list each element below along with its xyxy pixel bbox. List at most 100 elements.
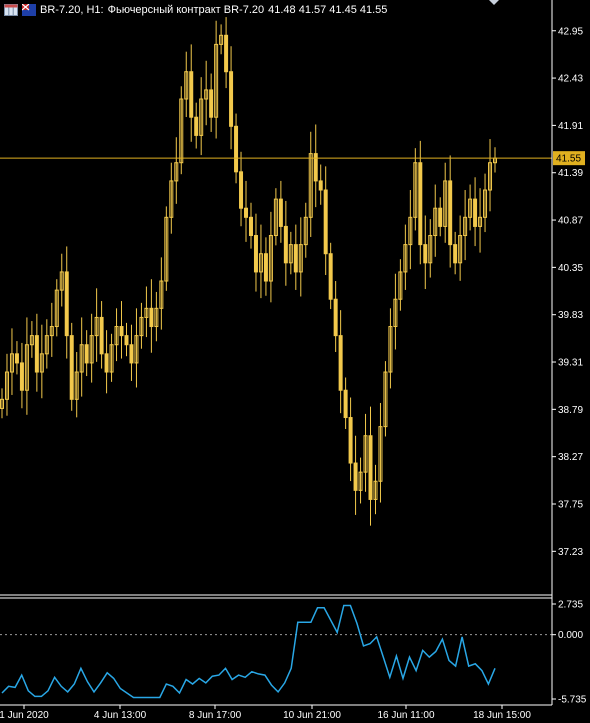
candle (343, 377, 348, 430)
candle (273, 188, 278, 246)
candle (34, 313, 39, 392)
candle (478, 188, 483, 253)
candle (234, 113, 239, 184)
candle (423, 215, 428, 290)
x-tick-label: 10 Jun 21:00 (283, 710, 341, 721)
candle (253, 213, 258, 292)
candle (29, 321, 34, 358)
candle (194, 102, 199, 149)
chart-header: BR-7.20, H1: Фьючерсный контракт BR-7.20… (0, 0, 387, 20)
candle (159, 257, 164, 330)
grid-icon[interactable] (4, 4, 18, 16)
y-tick-label: 39.83 (558, 310, 583, 321)
candle (174, 137, 179, 204)
candle (248, 202, 253, 249)
indicator-panel: 2.735 0.000 -5.735 (0, 600, 587, 706)
candle (453, 231, 458, 275)
candle (189, 44, 194, 142)
y-tick-label: 38.27 (558, 452, 583, 463)
y-tick-label: 41.91 (558, 121, 583, 132)
candle (214, 20, 219, 139)
candle (463, 190, 468, 261)
candle (164, 206, 169, 291)
candle (39, 324, 44, 399)
candle (413, 148, 418, 231)
candle (109, 333, 114, 382)
candle (114, 308, 119, 362)
candle (74, 352, 79, 418)
candle (293, 224, 298, 290)
candle (154, 291, 159, 342)
candle (388, 308, 393, 389)
y-tick-label: 37.23 (558, 547, 583, 558)
x-tick-label: 1 Jun 2020 (0, 710, 49, 721)
x-tick-label: 16 Jun 11:00 (377, 710, 435, 721)
candle (0, 388, 4, 419)
candle (468, 184, 473, 231)
candle (288, 231, 293, 275)
ohlc-values: 41.48 41.57 41.45 41.55 (268, 4, 388, 16)
candle (428, 219, 433, 278)
candle (268, 211, 273, 303)
symbol-description: Фьючерсный контракт BR-7.20 (107, 4, 265, 16)
y-tick-label: 40.87 (558, 216, 583, 227)
candle (49, 302, 54, 357)
candle (124, 322, 129, 357)
candle (99, 301, 104, 369)
candle (244, 180, 249, 242)
candle (393, 273, 398, 350)
x-axis: 1 Jun 2020 4 Jun 13:00 8 Jun 17:00 10 Jun 2… (0, 705, 531, 721)
y-tick-label: 41.39 (558, 168, 583, 179)
candle (358, 457, 363, 504)
candle (129, 324, 134, 381)
candle (209, 73, 214, 132)
y-tick-label: 38.79 (558, 405, 583, 416)
candle (433, 184, 438, 257)
y-tick-label: 42.43 (558, 74, 583, 85)
candle (258, 224, 263, 299)
x-tick-label: 18 Jun 15:00 (473, 710, 531, 721)
y-tick-label: 40.35 (558, 263, 583, 274)
candle (149, 279, 154, 353)
candle (144, 286, 149, 338)
symbol-label: BR-7.20, H1: (40, 4, 104, 16)
candle (104, 330, 109, 394)
x-tick-label: 8 Jun 17:00 (189, 710, 242, 721)
candle (263, 237, 268, 296)
scroll-marker-icon[interactable] (489, 0, 499, 5)
candle (438, 197, 443, 237)
candle (79, 317, 84, 397)
candle (54, 279, 59, 337)
candle (313, 124, 318, 208)
candle (24, 317, 29, 415)
chart-canvas[interactable]: 42.95 42.43 41.91 41.39 40.87 40.35 39.83 39.31… (0, 0, 590, 723)
candle (199, 77, 204, 156)
candle (169, 162, 174, 234)
candle (348, 397, 353, 482)
candle (318, 164, 323, 205)
candle (119, 301, 124, 359)
candle (139, 302, 144, 349)
candle (179, 86, 184, 175)
candle (9, 328, 14, 395)
candle (134, 308, 139, 388)
candle (473, 177, 478, 247)
flag-icon[interactable] (21, 3, 36, 16)
candle (283, 200, 288, 286)
candle (333, 281, 338, 353)
candle (448, 155, 453, 268)
candle (89, 313, 94, 383)
y-tick-label: 39.31 (558, 358, 583, 369)
current-price-label: 41.55 (556, 154, 581, 165)
candle (84, 330, 89, 377)
candle (328, 242, 333, 310)
y-tick-label: 42.95 (558, 26, 583, 37)
candle (303, 202, 308, 258)
candle (308, 131, 313, 237)
candle (64, 246, 69, 359)
candle (278, 180, 283, 243)
candle (418, 140, 423, 265)
candle (458, 215, 463, 281)
candle (4, 353, 9, 416)
candle (398, 259, 403, 311)
